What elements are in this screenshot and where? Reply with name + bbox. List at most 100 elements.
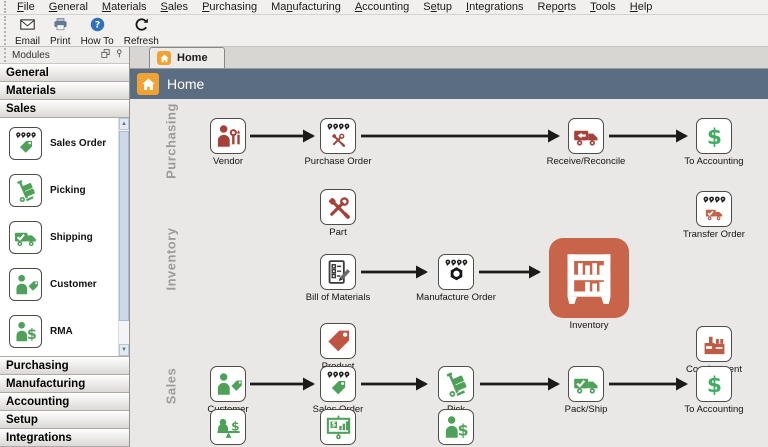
notebook-tools-icon[interactable] [320,118,356,154]
person-tag-icon[interactable] [210,366,246,402]
node-customer[interactable]: Customer [180,366,276,415]
how-to-button[interactable]: ?How To [76,15,119,47]
person-tools-icon[interactable] [210,118,246,154]
node-to-accounting[interactable]: $To Accounting [666,118,762,167]
tab-home[interactable]: Home [149,47,225,68]
node-manufacture-order[interactable]: Manufacture Order [408,254,504,303]
sidebar-item-customer[interactable]: Customer [0,261,129,308]
notebook-nut-icon[interactable] [438,254,474,290]
print-button[interactable]: Print [45,15,76,47]
svg-text:$: $ [706,124,721,149]
notebook-truck-icon[interactable] [696,191,732,227]
sidebar-section-accounting[interactable]: Accounting [0,393,129,411]
sidebar-item-shipping[interactable]: Shipping [0,214,129,261]
menu-item-purchasing[interactable]: Purchasing [195,1,264,13]
notebook-tag-icon[interactable] [320,366,356,402]
menu-item-tools[interactable]: Tools [583,1,623,13]
person-scale-icon[interactable]: $ [210,409,246,445]
board-chart-icon[interactable]: $ [320,409,356,445]
truck-arrow-icon[interactable] [568,118,604,154]
node-vendor[interactable]: Vendor [180,118,276,167]
handtruck-icon [9,174,42,207]
sidebar-module-list: Sales OrderPickingShippingCustomer$RMA▲▼ [0,118,129,357]
node-pick[interactable]: Pick [408,366,504,415]
svg-text:$: $ [231,419,239,433]
menu-bar: FileGeneralMaterialsSalesPurchasingManuf… [0,0,768,15]
toolbar-grip[interactable] [4,16,8,45]
node-bill-of-materials[interactable]: Bill of Materials [290,254,386,303]
svg-text:$: $ [706,372,721,397]
node-pricing-rule[interactable]: $Pricing Rule [180,409,276,447]
scroll-down-icon[interactable]: ▼ [119,344,129,356]
node-transfer-order[interactable]: Transfer Order [666,191,762,240]
email-button[interactable]: Email [10,15,45,47]
menu-item-help[interactable]: Help [623,1,660,13]
float-panel-icon[interactable] [97,48,111,62]
menu-item-setup[interactable]: Setup [416,1,459,13]
sidebar-section-materials[interactable]: Materials [0,82,129,100]
sidebar-section-sales[interactable]: Sales [0,100,129,118]
menubar-grip[interactable] [4,1,8,13]
sidebar-item-picking[interactable]: Picking [0,167,129,214]
home-icon [137,73,159,95]
pin-panel-icon[interactable] [111,48,125,62]
main-area: Modules GeneralMaterialsSales Sales Order… [0,47,768,447]
page-title: Home [167,76,204,92]
node-part[interactable]: Part [290,189,386,238]
content-area: Home Home PurchasingInventorySalesVendor… [130,47,768,447]
doc-pencil-icon[interactable] [320,254,356,290]
modules-sidebar: Modules GeneralMaterialsSales Sales Order… [0,47,130,447]
dollar-icon[interactable]: $ [696,118,732,154]
scroll-up-icon[interactable]: ▲ [119,118,129,130]
sidebar-section-purchasing[interactable]: Purchasing [0,357,129,375]
sidebar-item-rma[interactable]: $RMA [0,308,129,355]
node-receive-reconcile[interactable]: Receive/Reconcile [538,118,634,167]
sidebar-section-manufacturing[interactable]: Manufacturing [0,375,129,393]
shelf-icon[interactable] [549,238,629,318]
lane-label-inventory: Inventory [164,227,179,290]
node-pack-ship[interactable]: Pack/Ship [538,366,634,415]
menu-item-file[interactable]: File [10,1,42,13]
menu-item-reports[interactable]: Reports [531,1,584,13]
sidebar-scrollbar[interactable]: ▲▼ [118,118,129,356]
handtruck-icon[interactable] [438,366,474,402]
node-to-accounting[interactable]: $To Accounting [666,366,762,415]
person-dollar-icon[interactable]: $ [438,409,474,445]
lane-label-purchasing: Purchasing [164,103,179,179]
menu-item-materials[interactable]: Materials [95,1,154,13]
menu-item-accounting[interactable]: Accounting [348,1,416,13]
menu-item-integrations[interactable]: Integrations [459,1,531,13]
truck-check-icon [9,221,42,254]
toolbar: EmailPrint?How ToRefresh [0,15,768,47]
print-icon [52,16,69,36]
node-sales-order[interactable]: Sales Order [290,366,386,415]
tools-icon[interactable] [320,189,356,225]
person-tag-icon [9,268,42,301]
refresh-icon [133,16,150,36]
person-dollar-icon: $ [9,315,42,348]
refresh-button[interactable]: Refresh [119,15,164,47]
menu-item-general[interactable]: General [42,1,95,13]
node-payments[interactable]: $Payments [290,409,386,447]
factory-icon[interactable] [696,326,732,362]
dollar-icon[interactable]: $ [696,366,732,402]
tab-strip: Home [130,47,768,69]
menu-item-manufacturing[interactable]: Manufacturing [264,1,348,13]
node-purchase-order[interactable]: Purchase Order [290,118,386,167]
svg-text:$: $ [331,420,336,428]
tab-home-label: Home [177,52,208,64]
sidebar-section-general[interactable]: General [0,64,129,82]
sidebar-item-sales-order[interactable]: Sales Order [0,120,129,167]
modules-panel-header: Modules [0,47,129,64]
scrollbar-thumb[interactable] [119,131,129,321]
notebook-tag-icon [9,127,42,160]
sidebar-section-setup[interactable]: Setup [0,411,129,429]
truck-check-icon[interactable] [568,366,604,402]
node-inventory[interactable]: Inventory [541,238,637,331]
menu-item-sales[interactable]: Sales [154,1,196,13]
node-product[interactable]: Product [290,323,386,372]
sidebar-section-integrations[interactable]: Integrations [0,429,129,447]
node-rma[interactable]: $RMA [408,409,504,447]
tag-icon[interactable] [320,323,356,359]
home-flowchart: PurchasingInventorySalesVendorPurchase O… [130,99,768,447]
